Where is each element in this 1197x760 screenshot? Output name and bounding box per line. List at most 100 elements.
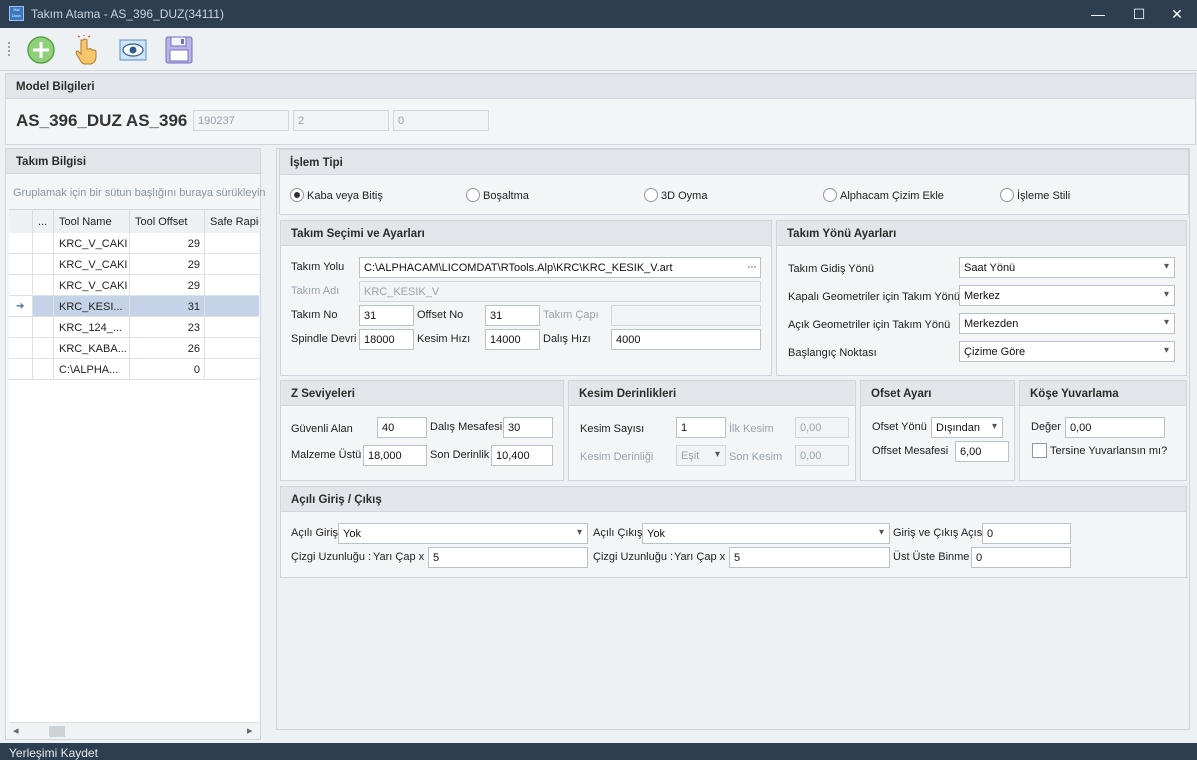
travel-direction-select[interactable]: Saat Yönü <box>959 257 1175 278</box>
row-indicator[interactable] <box>9 359 33 380</box>
operation-radio-4[interactable] <box>1000 188 1014 202</box>
row-more-cell[interactable] <box>33 254 54 275</box>
grid-header-more[interactable]: ... <box>33 210 54 233</box>
operation-radio-1[interactable] <box>466 188 480 202</box>
safe-rapid-cell[interactable] <box>205 254 259 275</box>
tool-name-cell[interactable]: KRC_V_CAKI <box>54 275 130 296</box>
offset-distance-input[interactable]: 6,00 <box>955 441 1009 462</box>
tool-offset-cell[interactable]: 26 <box>130 338 205 359</box>
operation-radio-2[interactable] <box>644 188 658 202</box>
start-point-select[interactable]: Çizime Göre <box>959 341 1175 362</box>
overlap-input[interactable]: 0 <box>971 547 1071 568</box>
row-indicator[interactable] <box>9 317 33 338</box>
tool-grid: ... Tool Name Tool Offset Safe Rapid KRC… <box>9 209 259 739</box>
row-more-cell[interactable] <box>33 296 54 317</box>
row-indicator[interactable] <box>9 338 33 359</box>
closed-geometry-select[interactable]: Merkez <box>959 285 1175 306</box>
safe-rapid-cell[interactable] <box>205 275 259 296</box>
final-depth-input[interactable]: 10,400 <box>491 445 553 466</box>
first-cut-input[interactable]: 0,00 <box>795 417 849 438</box>
tool-no-input[interactable]: 31 <box>359 305 414 326</box>
close-button[interactable]: ✕ <box>1157 0 1197 28</box>
tool-name-cell[interactable]: KRC_124_... <box>54 317 130 338</box>
maximize-button[interactable]: ☐ <box>1119 0 1159 28</box>
add-button[interactable] <box>25 34 57 66</box>
tool-name-cell[interactable]: KRC_KABA... <box>54 338 130 359</box>
tool-path-input[interactable]: C:\ALPHACAM\LICOMDAT\RTools.Alp\KRC\KRC_… <box>359 257 761 278</box>
model-field-1[interactable]: 190237 <box>193 110 289 131</box>
save-layout-link[interactable]: Yerleşimi Kaydet <box>9 746 98 760</box>
group-hint[interactable]: Gruplamak için bir sütun başlığını buray… <box>13 187 266 199</box>
model-field-3[interactable]: 0 <box>393 110 489 131</box>
tool-offset-cell[interactable]: 29 <box>130 275 205 296</box>
operation-option-label[interactable]: Boşaltma <box>483 190 529 202</box>
lead-angle-input[interactable]: 0 <box>982 523 1071 544</box>
operation-radio-0[interactable] <box>290 188 304 202</box>
row-more-cell[interactable] <box>33 317 54 338</box>
safe-rapid-cell[interactable] <box>205 338 259 359</box>
corner-value-input[interactable]: 0,00 <box>1065 417 1165 438</box>
minimize-button[interactable]: — <box>1078 0 1118 28</box>
offset-no-input[interactable]: 31 <box>485 305 540 326</box>
grid-hscrollbar[interactable]: ◂ ▸ <box>9 722 259 739</box>
safe-rapid-cell[interactable] <box>205 317 259 338</box>
row-more-cell[interactable] <box>33 338 54 359</box>
safe-area-input[interactable]: 40 <box>377 417 427 438</box>
row-indicator[interactable] <box>9 233 33 254</box>
safe-rapid-cell[interactable] <box>205 233 259 254</box>
grid-header-safe-rapid[interactable]: Safe Rapid <box>205 210 259 233</box>
row-more-cell[interactable] <box>33 359 54 380</box>
model-field-2[interactable]: 2 <box>293 110 389 131</box>
tool-offset-cell[interactable]: 29 <box>130 254 205 275</box>
tool-name-cell[interactable]: KRC_V_CAKI <box>54 254 130 275</box>
cut-speed-input[interactable]: 14000 <box>485 329 540 350</box>
operation-option-label[interactable]: 3D Oyma <box>661 190 707 202</box>
safe-rapid-cell[interactable] <box>205 359 259 380</box>
material-top-input[interactable]: 18,000 <box>363 445 427 466</box>
tool-offset-cell[interactable]: 31 <box>130 296 205 317</box>
plunge-distance-input[interactable]: 30 <box>503 417 553 438</box>
tool-offset-cell[interactable]: 0 <box>130 359 205 380</box>
view-button[interactable] <box>117 34 149 66</box>
scroll-left-icon[interactable]: ◂ <box>13 724 19 737</box>
toolbar-grip[interactable] <box>8 42 10 56</box>
operation-option-label[interactable]: İşleme Stili <box>1017 190 1070 202</box>
browse-button[interactable]: ··· <box>747 259 757 273</box>
plunge-speed-input[interactable]: 4000 <box>611 329 761 350</box>
tool-diameter-input[interactable] <box>611 305 761 326</box>
cut-depth-select[interactable]: Eşit <box>676 445 726 466</box>
tool-offset-cell[interactable]: 23 <box>130 317 205 338</box>
row-indicator[interactable] <box>9 254 33 275</box>
spindle-input[interactable]: 18000 <box>359 329 414 350</box>
row-more-cell[interactable] <box>33 233 54 254</box>
row-indicator[interactable]: ➔ <box>9 296 33 317</box>
lead-out-select[interactable]: Yok <box>642 523 890 544</box>
row-more-cell[interactable] <box>33 275 54 296</box>
radius-input-2[interactable]: 5 <box>729 547 890 568</box>
operation-option-label[interactable]: Alphacam Çizim Ekle <box>840 190 944 202</box>
tool-name-cell[interactable]: KRC_KESI... <box>54 296 130 317</box>
tool-name-cell[interactable]: KRC_V_CAKI <box>54 233 130 254</box>
grid-header-tool-offset[interactable]: Tool Offset <box>130 210 205 233</box>
open-geometry-select[interactable]: Merkezden <box>959 313 1175 334</box>
tool-offset-cell[interactable]: 29 <box>130 233 205 254</box>
pick-button[interactable] <box>71 34 103 66</box>
safe-area-label: Güvenli Alan <box>291 423 353 435</box>
grid-header-tool-name[interactable]: Tool Name <box>54 210 130 233</box>
last-cut-input[interactable]: 0,00 <box>795 445 849 466</box>
reverse-rounding-checkbox[interactable] <box>1032 443 1047 458</box>
radius-input-1[interactable]: 5 <box>428 547 588 568</box>
offset-direction-select[interactable]: Dışından <box>931 417 1003 438</box>
operation-option-label[interactable]: Kaba veya Bitiş <box>307 190 383 202</box>
scroll-right-icon[interactable]: ▸ <box>247 724 253 737</box>
tool-name-cell[interactable]: C:\ALPHA... <box>54 359 130 380</box>
cut-count-input[interactable]: 1 <box>676 417 726 438</box>
safe-rapid-cell[interactable] <box>205 296 259 317</box>
operation-radio-3[interactable] <box>823 188 837 202</box>
cut-depth-label: Kesim Derinliği <box>580 451 654 463</box>
scroll-thumb[interactable] <box>49 726 65 737</box>
tool-name-input[interactable]: KRC_KESIK_V <box>359 281 761 302</box>
save-button[interactable] <box>163 34 195 66</box>
row-indicator[interactable] <box>9 275 33 296</box>
lead-in-select[interactable]: Yok <box>338 523 588 544</box>
